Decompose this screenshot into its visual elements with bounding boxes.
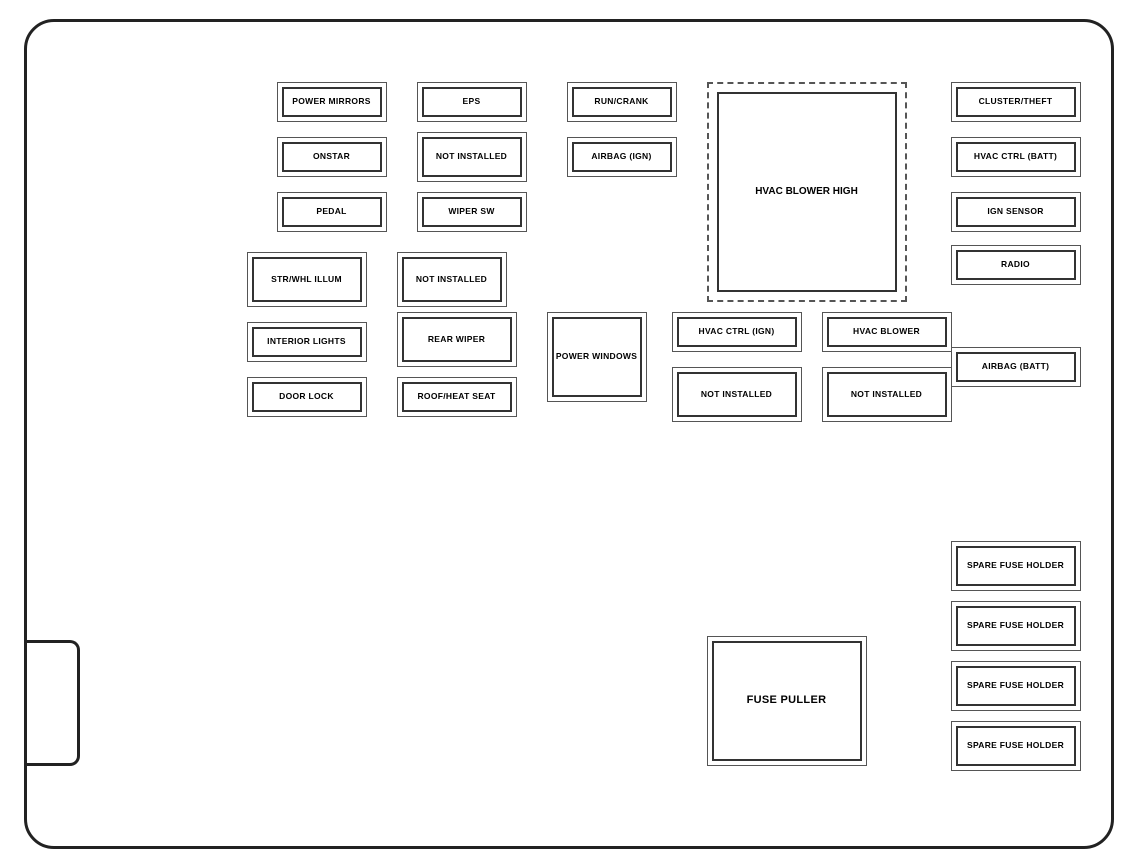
spare2-fuse: SPARE FUSE HOLDER: [956, 606, 1076, 646]
radio-wrapper: RADIO: [951, 245, 1081, 285]
spare2-wrapper: SPARE FUSE HOLDER: [951, 601, 1081, 651]
airbag-ign-fuse: AIRBAG (IGN): [572, 142, 672, 172]
not-installed-4-wrapper: NOT INSTALLED: [822, 367, 952, 422]
not-installed-3-fuse: NOT INSTALLED: [677, 372, 797, 417]
spare4-wrapper: SPARE FUSE HOLDER: [951, 721, 1081, 771]
str-whl-illum-fuse: STR/WHL ILLUM: [252, 257, 362, 302]
hvac-blower-wrapper: HVAC BLOWER: [822, 312, 952, 352]
power-windows-fuse: POWER WINDOWS: [552, 317, 642, 397]
fuse-puller-label: FUSE PULLER: [712, 641, 862, 761]
roof-heat-seat-wrapper: ROOF/HEAT SEAT: [397, 377, 517, 417]
interior-lights-fuse: INTERIOR LIGHTS: [252, 327, 362, 357]
radio-fuse: RADIO: [956, 250, 1076, 280]
rear-wiper-wrapper: REAR WIPER: [397, 312, 517, 367]
hvac-ctrl-batt-wrapper: HVAC CTRL (BATT): [951, 137, 1081, 177]
hvac-blower-high-label: HVAC BLOWER HIGH: [717, 92, 897, 292]
onstar-fuse: ONSTAR: [282, 142, 382, 172]
ign-sensor-wrapper: IGN SENSOR: [951, 192, 1081, 232]
ign-sensor-fuse: IGN SENSOR: [956, 197, 1076, 227]
spare3-wrapper: SPARE FUSE HOLDER: [951, 661, 1081, 711]
run-crank-wrapper: RUN/CRANK: [567, 82, 677, 122]
hvac-ctrl-batt-fuse: HVAC CTRL (BATT): [956, 142, 1076, 172]
fuse-puller-wrapper: FUSE PULLER: [707, 636, 867, 766]
interior-lights-wrapper: INTERIOR LIGHTS: [247, 322, 367, 362]
spare1-fuse: SPARE FUSE HOLDER: [956, 546, 1076, 586]
onstar-wrapper: ONSTAR: [277, 137, 387, 177]
power-mirrors-fuse: POWER MIRRORS: [282, 87, 382, 117]
door-lock-wrapper: DOOR LOCK: [247, 377, 367, 417]
hvac-blower-fuse: HVAC BLOWER: [827, 317, 947, 347]
eps-fuse: EPS: [422, 87, 522, 117]
airbag-batt-wrapper: AIRBAG (BATT): [951, 347, 1081, 387]
not-installed-2-wrapper: NOT INSTALLED: [397, 252, 507, 307]
spare4-fuse: SPARE FUSE HOLDER: [956, 726, 1076, 766]
not-installed-1-fuse: NOT INSTALLED: [422, 137, 522, 177]
roof-heat-seat-fuse: ROOF/HEAT SEAT: [402, 382, 512, 412]
spare1-wrapper: SPARE FUSE HOLDER: [951, 541, 1081, 591]
wiper-sw-fuse: WIPER SW: [422, 197, 522, 227]
fuse-layout: POWER MIRRORS EPS RUN/CRANK ONSTAR NOT I…: [197, 77, 1081, 816]
cluster-theft-wrapper: CLUSTER/THEFT: [951, 82, 1081, 122]
not-installed-2-fuse: NOT INSTALLED: [402, 257, 502, 302]
cluster-theft-fuse: CLUSTER/THEFT: [956, 87, 1076, 117]
hvac-ctrl-ign-fuse: HVAC CTRL (IGN): [677, 317, 797, 347]
eps-wrapper: EPS: [417, 82, 527, 122]
fuse-box-diagram: POWER MIRRORS EPS RUN/CRANK ONSTAR NOT I…: [24, 19, 1114, 849]
hvac-ctrl-ign-wrapper: HVAC CTRL (IGN): [672, 312, 802, 352]
pedal-fuse: PEDAL: [282, 197, 382, 227]
run-crank-fuse: RUN/CRANK: [572, 87, 672, 117]
spare3-fuse: SPARE FUSE HOLDER: [956, 666, 1076, 706]
wiper-sw-wrapper: WIPER SW: [417, 192, 527, 232]
airbag-batt-fuse: AIRBAG (BATT): [956, 352, 1076, 382]
str-whl-illum-wrapper: STR/WHL ILLUM: [247, 252, 367, 307]
not-installed-1-wrapper: NOT INSTALLED: [417, 132, 527, 182]
door-lock-fuse: DOOR LOCK: [252, 382, 362, 412]
hvac-blower-high-box: HVAC BLOWER HIGH: [707, 82, 907, 302]
rear-wiper-fuse: REAR WIPER: [402, 317, 512, 362]
not-installed-4-fuse: NOT INSTALLED: [827, 372, 947, 417]
not-installed-3-wrapper: NOT INSTALLED: [672, 367, 802, 422]
airbag-ign-wrapper: AIRBAG (IGN): [567, 137, 677, 177]
power-windows-wrapper: POWER WINDOWS: [547, 312, 647, 402]
pedal-wrapper: PEDAL: [277, 192, 387, 232]
power-mirrors-wrapper: POWER MIRRORS: [277, 82, 387, 122]
